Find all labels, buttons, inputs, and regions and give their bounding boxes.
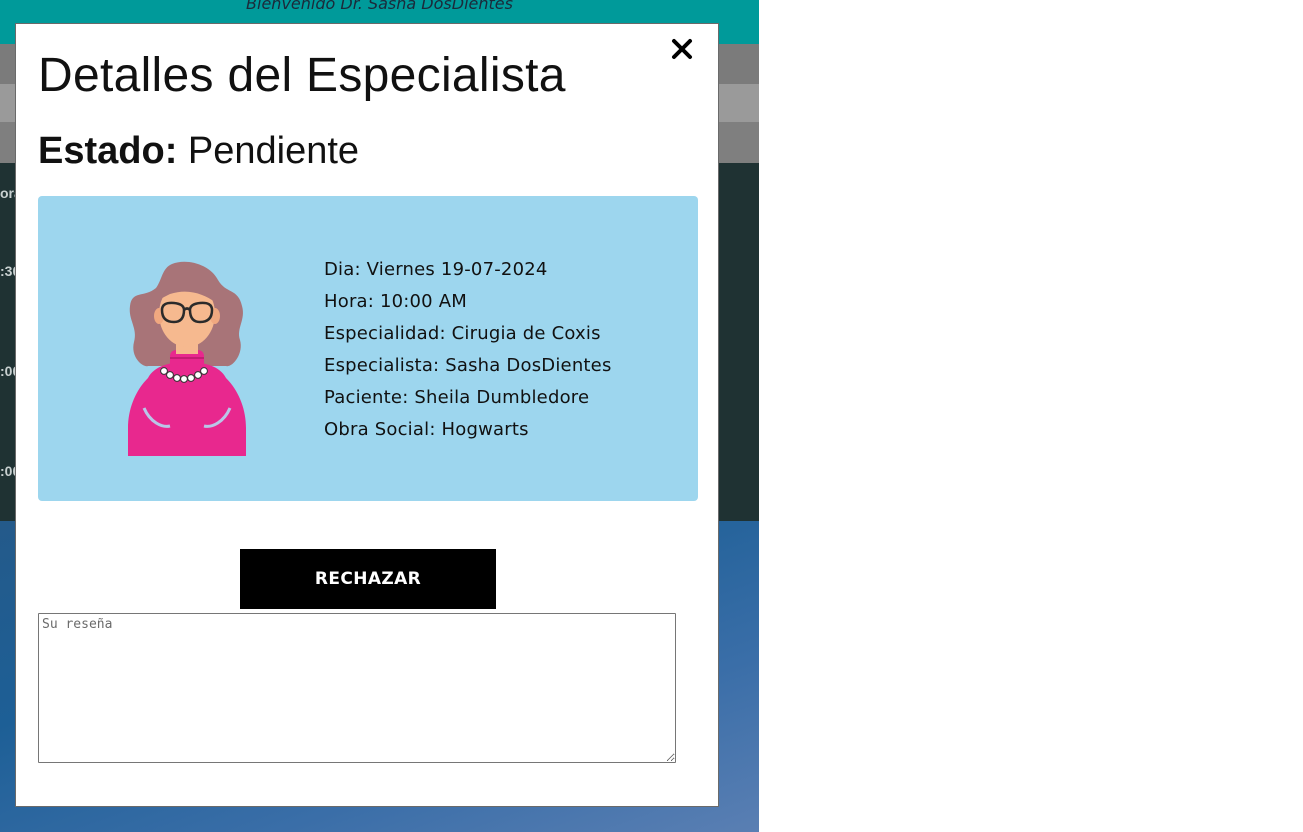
specialist-avatar-icon (126, 258, 248, 456)
reject-button[interactable]: RECHAZAR (240, 549, 496, 609)
close-icon[interactable] (669, 36, 695, 62)
detail-time: Hora: 10:00 AM (324, 291, 468, 312)
detail-specialist: Especialista: Sasha DosDientes (324, 355, 612, 376)
welcome-message: Bienvenido Dr. Sasha DosDientes (246, 0, 513, 13)
detail-specialty: Especialidad: Cirugia de Coxis (324, 323, 601, 344)
detail-day: Dia: Viernes 19-07-2024 (324, 259, 548, 280)
review-textarea[interactable] (38, 613, 676, 763)
specialist-details-modal: Detalles del Especialista Estado: Pendie… (15, 23, 719, 807)
detail-insurance: Obra Social: Hogwarts (324, 419, 529, 440)
appointment-card: Dia: Viernes 19-07-2024 Hora: 10:00 AM E… (38, 196, 698, 501)
detail-patient: Paciente: Sheila Dumbledore (324, 387, 590, 408)
appointment-details: Dia: Viernes 19-07-2024 Hora: 10:00 AM E… (324, 254, 612, 446)
status-value: Pendiente (187, 130, 360, 172)
status-line: Estado: Pendiente (38, 130, 359, 173)
status-label: Estado: (38, 130, 178, 172)
modal-title: Detalles del Especialista (38, 49, 566, 102)
